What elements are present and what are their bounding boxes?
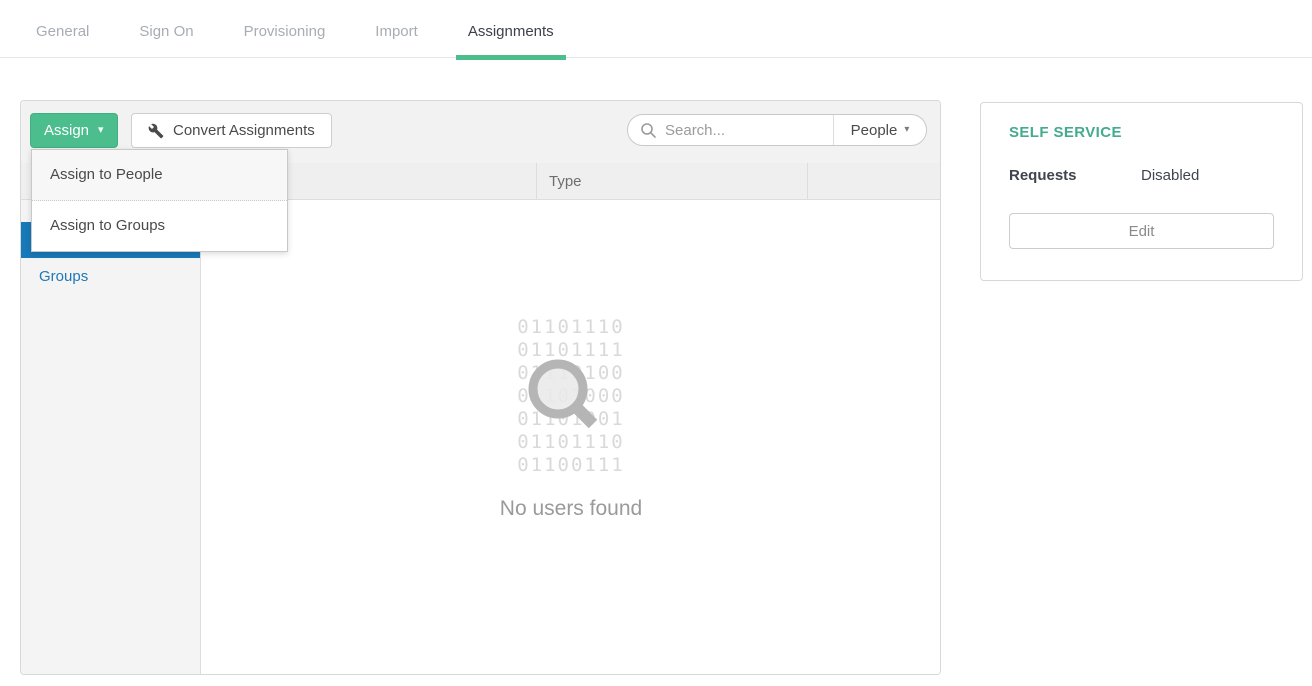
tab-sign-on[interactable]: Sign On	[127, 0, 205, 60]
search-control: People ▾	[627, 114, 927, 146]
tab-assignments[interactable]: Assignments	[456, 0, 566, 60]
menu-item-assign-to-people[interactable]: Assign to People	[32, 150, 287, 201]
convert-assignments-label: Convert Assignments	[173, 122, 315, 139]
assignments-panel: Assign ▾ Convert Assignments People ▾ Ty…	[20, 100, 941, 675]
convert-assignments-button[interactable]: Convert Assignments	[131, 113, 332, 148]
requests-value: Disabled	[1141, 167, 1199, 184]
binary-row: 01100111	[202, 454, 940, 477]
requests-row: Requests Disabled	[1009, 167, 1274, 184]
empty-state-message: No users found	[202, 497, 940, 521]
menu-item-assign-to-groups[interactable]: Assign to Groups	[32, 201, 287, 251]
empty-results-area: 01101110 01101111 01110100 01101000 0110…	[202, 200, 940, 674]
search-input[interactable]	[657, 122, 833, 139]
search-scope-value: People	[851, 122, 898, 139]
binary-row: 01101110	[202, 316, 940, 339]
tab-import[interactable]: Import	[363, 0, 430, 60]
app-tabs: General Sign On Provisioning Import Assi…	[0, 0, 1312, 60]
tab-provisioning[interactable]: Provisioning	[232, 0, 338, 60]
search-icon	[640, 122, 657, 139]
self-service-title: SELF SERVICE	[1009, 124, 1274, 141]
magnifier-icon	[522, 353, 606, 437]
edit-button[interactable]: Edit	[1009, 213, 1274, 249]
self-service-panel: SELF SERVICE Requests Disabled Edit	[980, 102, 1303, 281]
column-header-actions	[808, 163, 940, 199]
column-header-type: Type	[536, 163, 808, 199]
assign-button-label: Assign	[44, 122, 89, 139]
requests-label: Requests	[1009, 167, 1141, 184]
search-scope-selector[interactable]: People ▾	[833, 115, 926, 145]
assign-button[interactable]: Assign ▾	[30, 113, 118, 148]
tab-general[interactable]: General	[24, 0, 101, 60]
filter-sidebar: Groups	[21, 200, 201, 674]
chevron-down-icon: ▾	[904, 125, 909, 135]
sidebar-item-groups[interactable]: Groups	[21, 258, 200, 294]
chevron-down-icon: ▾	[98, 125, 104, 136]
assign-dropdown-menu: Assign to People Assign to Groups	[31, 149, 288, 252]
wrench-icon	[148, 123, 164, 139]
